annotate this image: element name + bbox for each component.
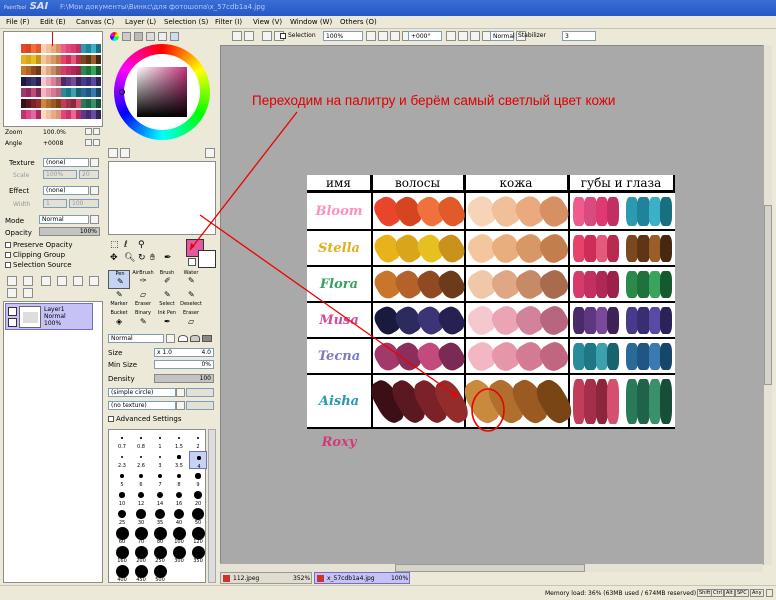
memory-status: Memory load: 36% (63MB used / 674MB rese… — [545, 590, 697, 597]
key-alt: Alt — [724, 589, 735, 597]
key-space: SPC — [735, 589, 749, 597]
tab-x-57cdb1a4[interactable]: x_57cdb1a4.jpg 100% — [314, 572, 410, 584]
status-bar: Memory load: 36% (63MB used / 674MB rese… — [0, 585, 776, 600]
tab-112-jpeg[interactable]: 112.jpeg 352% — [220, 572, 312, 584]
document-tabs: 112.jpeg 352% x_57cdb1a4.jpg 100% — [220, 572, 776, 584]
tab-zoom: 100% — [391, 575, 409, 582]
document-icon — [223, 575, 230, 582]
key-ctrl: Ctrl — [711, 589, 724, 597]
resize-grip-icon — [766, 589, 773, 597]
arrowhead-skin — [451, 391, 458, 397]
tab-name: 112.jpeg — [233, 575, 260, 582]
document-icon — [317, 575, 324, 582]
annotation-overlay — [189, 111, 505, 432]
key-any: Any — [750, 589, 764, 597]
tab-name: x_57cdb1a4.jpg — [327, 575, 375, 582]
arrow-to-skin — [199, 214, 459, 398]
highlight-circle — [471, 388, 505, 432]
arrow-to-eyedropper — [189, 111, 298, 251]
tab-zoom: 352% — [293, 575, 311, 582]
